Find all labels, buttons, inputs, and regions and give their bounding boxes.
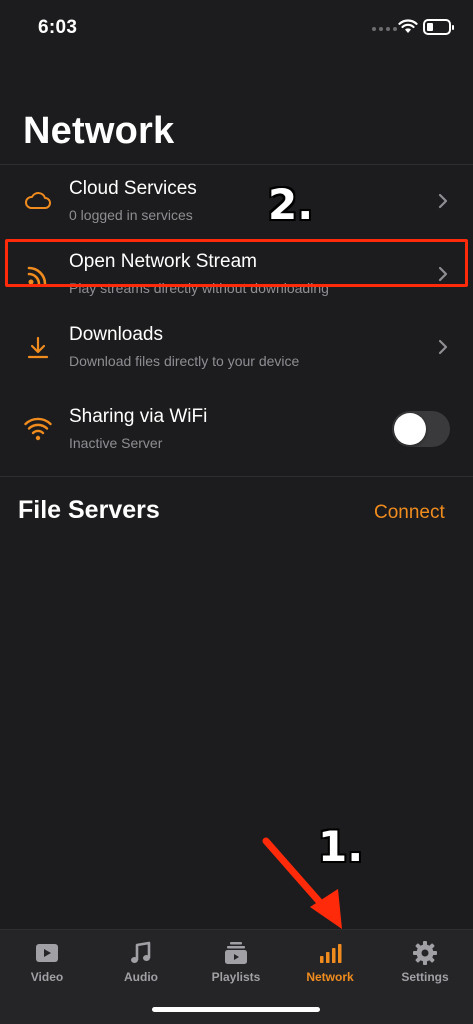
home-indicator [152,1007,320,1012]
tab-video[interactable]: Video [0,930,94,1000]
tab-label: Settings [401,970,449,984]
cellular-signal-icon [372,27,397,31]
row-subtitle: Download files directly to your device [69,353,300,369]
battery-icon [423,19,454,35]
downloads-row[interactable]: Downloads Download files directly to you… [0,311,473,383]
cloud-services-row[interactable]: Cloud Services 0 logged in services [0,165,473,237]
tab-label: Network [306,970,354,984]
network-bars-icon [320,944,342,963]
chevron-right-icon [438,339,448,355]
status-time: 6:03 [38,17,78,38]
row-title: Downloads [69,324,163,345]
toggle-knob [394,413,426,445]
tab-playlists[interactable]: Playlists [189,930,283,1000]
tab-label: Audio [124,970,158,984]
highlight-box [5,239,468,287]
row-subtitle: Inactive Server [69,435,163,451]
download-icon [27,336,49,359]
wifi-icon [24,417,52,441]
tab-label: Video [30,970,64,984]
connect-button[interactable]: Connect [374,502,445,524]
tab-network[interactable]: Network [283,930,377,1000]
page-title: Network [23,110,175,152]
wifi-sharing-toggle[interactable] [392,411,450,447]
tab-label: Playlists [211,970,261,984]
music-note-icon [131,941,151,963]
divider [0,476,473,477]
chevron-right-icon [438,193,448,209]
step-2-annotation: 2. [268,180,314,229]
cloud-icon [25,192,51,209]
wifi-status-icon [398,19,418,33]
row-subtitle: 0 logged in services [69,207,193,223]
status-bar: 6:03 [0,0,473,56]
playlists-icon [225,942,247,964]
row-title: Sharing via WiFi [69,406,208,427]
file-servers-title: File Servers [18,496,160,524]
gear-icon [413,941,437,965]
video-icon [36,944,58,962]
row-title: Cloud Services [69,178,197,199]
tab-audio[interactable]: Audio [94,930,188,1000]
tab-settings[interactable]: Settings [378,930,472,1000]
arrow-annotation-icon [262,837,342,929]
